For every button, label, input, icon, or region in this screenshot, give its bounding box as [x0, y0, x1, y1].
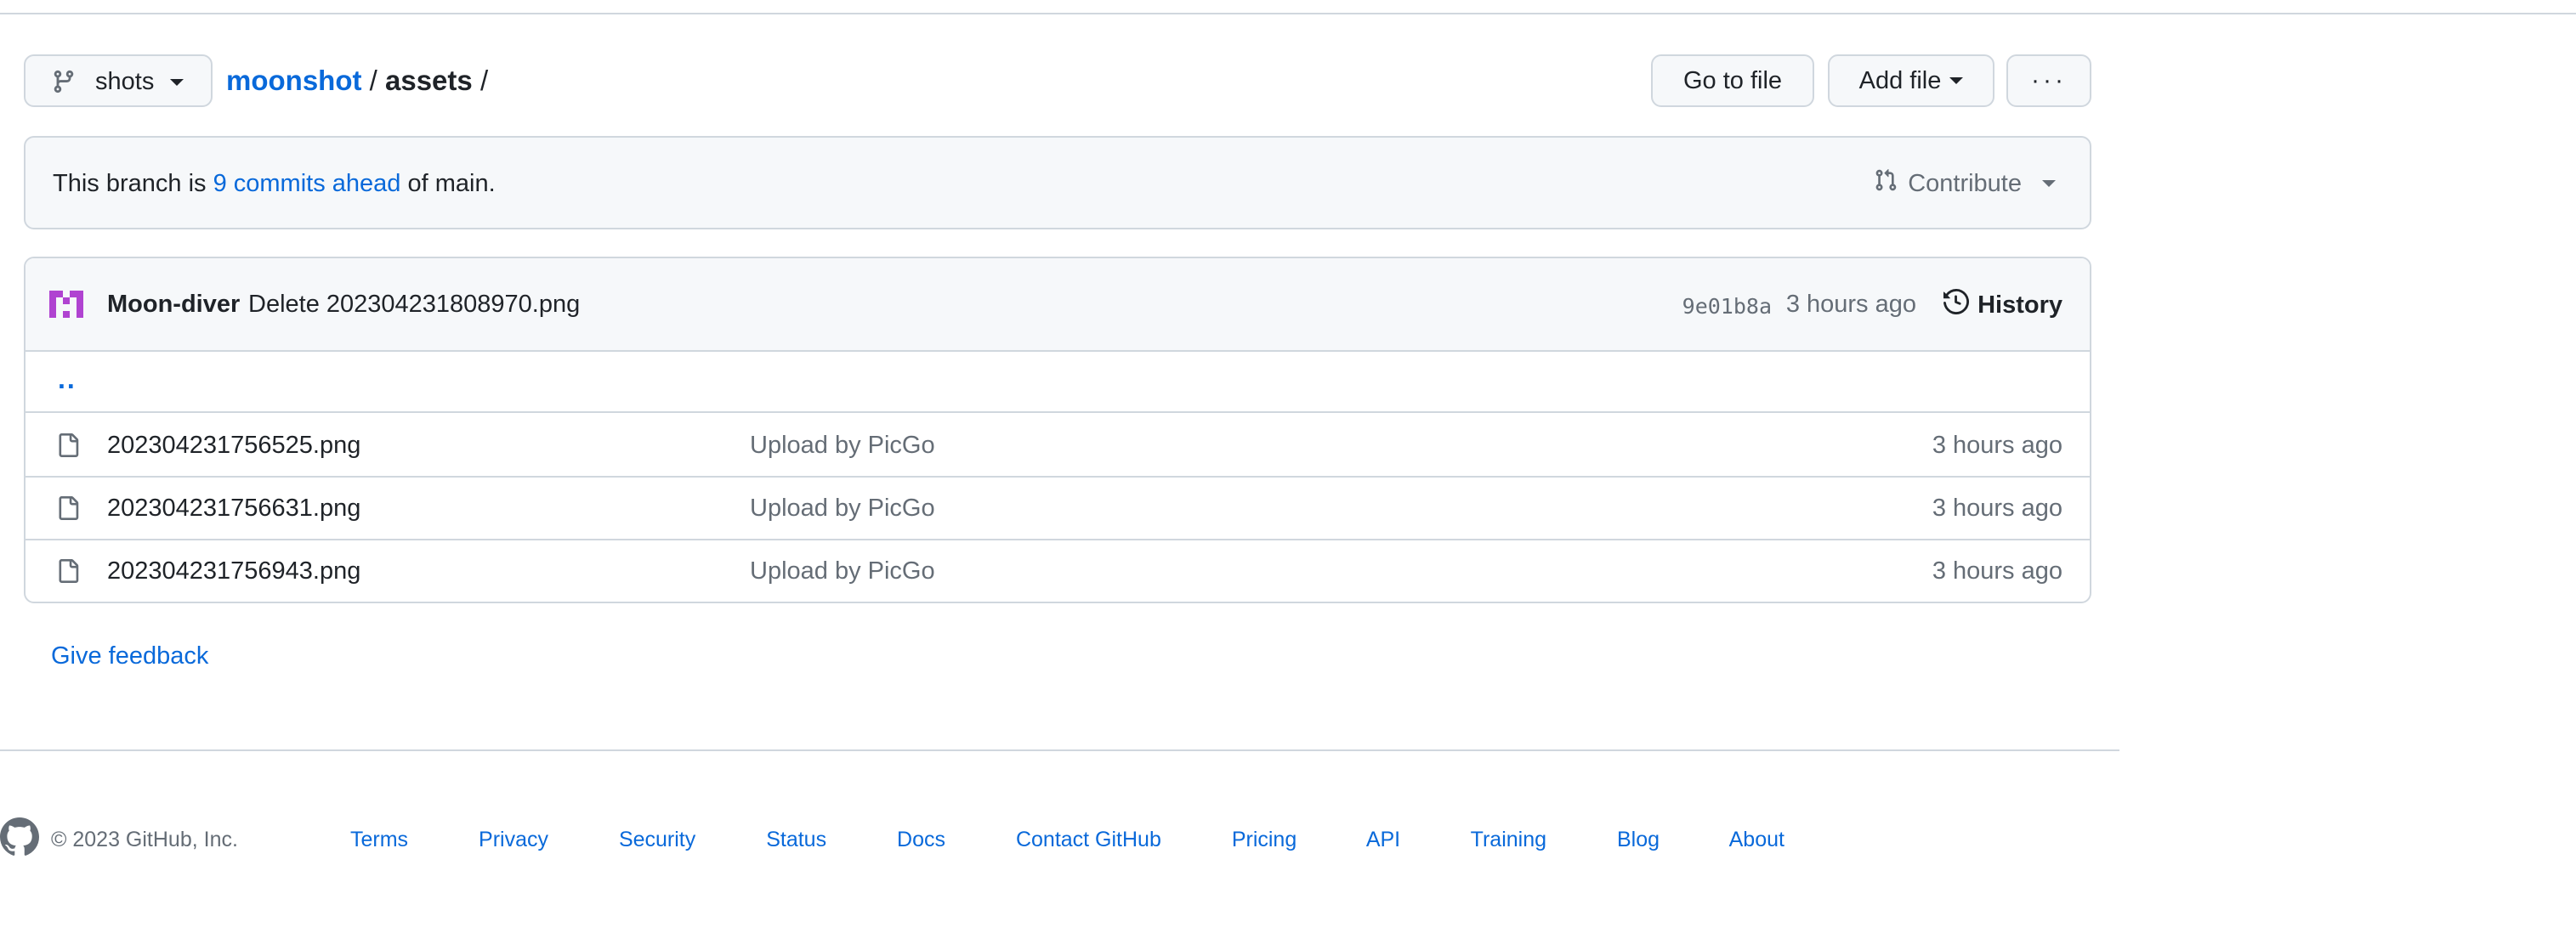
go-to-file-label: Go to file [1682, 66, 1783, 94]
table-row[interactable]: 202304231756943.png Upload by PicGo 3 ho… [26, 539, 2090, 602]
branch-selector-button[interactable]: shots [24, 54, 213, 107]
more-options-button[interactable]: ··· [2006, 54, 2091, 107]
git-branch-icon [51, 68, 77, 102]
commit-message-link[interactable]: Delete 202304231808970.png [248, 291, 580, 319]
go-to-file-button[interactable]: Go to file [1651, 54, 1814, 107]
history-button[interactable]: History [1943, 288, 2063, 321]
breadcrumb-repo-link[interactable]: moonshot [226, 65, 361, 96]
footer-link-training[interactable]: Training [1471, 828, 1546, 851]
latest-commit-bar: Moon-diver Delete 202304231808970.png 9e… [26, 258, 2090, 352]
branch-name: shots [95, 68, 155, 95]
git-pull-request-icon [1874, 168, 1898, 199]
file-navigation: shots moonshot / assets / Go to file Add… [24, 54, 2091, 110]
github-mark-icon[interactable] [0, 817, 39, 861]
contribute-label: Contribute [1908, 169, 2022, 197]
footer-link-about[interactable]: About [1729, 828, 1784, 851]
branch-status-message: This branch is 9 commits ahead of main. [53, 170, 496, 198]
footer-link-security[interactable]: Security [619, 828, 695, 851]
copyright-text: © 2023 GitHub, Inc. [51, 828, 238, 851]
table-row[interactable]: 202304231756631.png Upload by PicGo 3 ho… [26, 476, 2090, 540]
file-commit-message-link[interactable]: Upload by PicGo [750, 432, 935, 460]
parent-directory-row[interactable]: .. [26, 350, 2090, 413]
add-file-label: Add file [1858, 66, 1942, 94]
breadcrumb-current-folder: assets [385, 65, 473, 96]
commit-sha-link[interactable]: 9e01b8a [1682, 294, 1772, 319]
file-name-link[interactable]: 202304231756525.png [107, 432, 360, 460]
footer-link-docs[interactable]: Docs [897, 828, 945, 851]
table-row[interactable]: 202304231756525.png Upload by PicGo 3 ho… [26, 413, 2090, 478]
footer: © 2023 GitHub, Inc. Terms Privacy Securi… [0, 817, 2119, 868]
footer-link-api[interactable]: API [1366, 828, 1400, 851]
breadcrumb-separator: / [479, 65, 489, 96]
top-divider [0, 0, 2576, 14]
chevron-down-icon [170, 79, 184, 86]
kebab-horizontal-icon: ··· [2031, 66, 2067, 94]
branch-status-suffix: of main. [407, 170, 496, 197]
file-commit-message-link[interactable]: Upload by PicGo [750, 557, 935, 585]
breadcrumb-separator: / [369, 65, 377, 96]
footer-link-contact-github[interactable]: Contact GitHub [1016, 828, 1161, 851]
commit-time: 3 hours ago [1785, 291, 1916, 318]
footer-links: Terms Privacy Security Status Docs Conta… [350, 828, 1849, 852]
avatar[interactable] [49, 287, 83, 325]
footer-link-pricing[interactable]: Pricing [1232, 828, 1297, 851]
footer-link-privacy[interactable]: Privacy [479, 828, 548, 851]
chevron-down-icon [1949, 77, 1964, 84]
breadcrumb: moonshot / assets / [226, 65, 488, 97]
footer-link-status[interactable]: Status [766, 828, 826, 851]
file-commit-time: 3 hours ago [1932, 432, 2063, 459]
file-list: Moon-diver Delete 202304231808970.png 9e… [24, 257, 2091, 603]
file-commit-message-link[interactable]: Upload by PicGo [750, 495, 935, 523]
history-label: History [1977, 291, 2063, 319]
add-file-button[interactable]: Add file [1828, 54, 1994, 107]
commit-author-link[interactable]: Moon-diver [107, 291, 240, 319]
branch-status-prefix: This branch is [53, 170, 207, 197]
file-icon [56, 432, 80, 463]
give-feedback-link[interactable]: Give feedback [51, 642, 208, 670]
footer-link-terms[interactable]: Terms [350, 828, 408, 851]
parent-directory-link[interactable]: .. [58, 364, 77, 395]
file-commit-time: 3 hours ago [1932, 557, 2063, 585]
file-commit-time: 3 hours ago [1932, 495, 2063, 522]
footer-divider [0, 749, 2119, 751]
file-name-link[interactable]: 202304231756631.png [107, 495, 360, 523]
contribute-button[interactable]: Contribute [1874, 168, 2056, 199]
chevron-down-icon [2042, 180, 2056, 187]
footer-link-blog[interactable]: Blog [1617, 828, 1660, 851]
commits-ahead-link[interactable]: 9 commits ahead [213, 170, 401, 197]
file-name-link[interactable]: 202304231756943.png [107, 557, 360, 585]
file-icon [56, 495, 80, 526]
file-icon [56, 557, 80, 589]
branch-status-banner: This branch is 9 commits ahead of main. … [24, 136, 2091, 229]
history-icon [1943, 288, 1970, 321]
